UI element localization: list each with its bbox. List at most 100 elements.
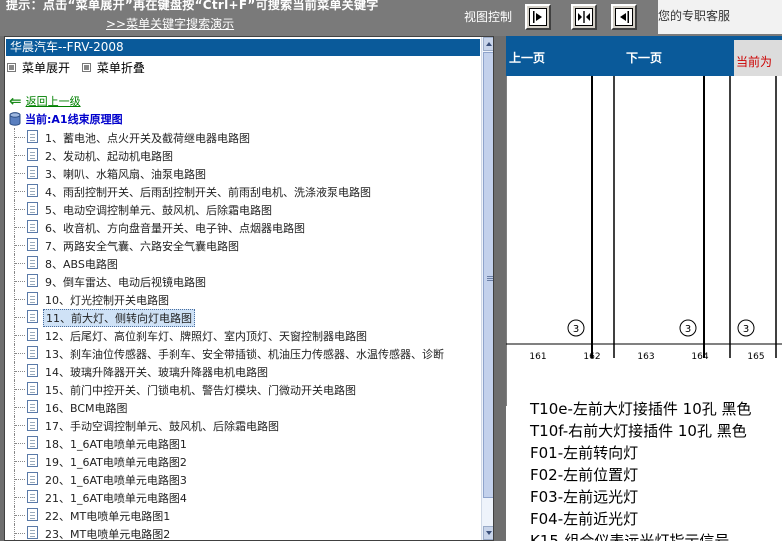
tree-guide [15,281,25,282]
wiring-diagram: 3 3 3 161 162 163 164 165 [506,76,782,406]
tree-guide [15,245,25,246]
database-icon [9,112,21,126]
pin-circle: 3 [679,319,697,337]
tree-item[interactable]: 3、喇叭、水箱风扇、油泵电路图 [5,164,481,182]
document-icon [27,454,38,467]
document-icon [27,202,38,215]
tree-guide [15,407,25,408]
expand-right-button[interactable] [525,4,551,30]
tree-scrollbar[interactable] [481,37,493,540]
document-icon [27,238,38,251]
tree-item[interactable]: 15、前门中控开关、门锁电机、警告灯模块、门微动开关电路图 [5,380,481,398]
tree-item[interactable]: 11、前大灯、侧转向灯电路图 [5,308,481,327]
menu-ops: 菜单展开 菜单折叠 [7,59,153,76]
tree-guide [15,155,25,156]
document-icon [27,364,38,377]
tree-item[interactable]: 4、雨刮控制开关、后雨刮控制开关、前雨刮电机、洗涤液泵电路图 [5,182,481,200]
tree-guide [15,317,25,318]
expand-left-icon [615,8,633,26]
scroll-up-arrow-icon[interactable] [483,37,493,51]
document-icon [27,472,38,485]
tree-item[interactable]: 14、玻璃升降器开关、玻璃升降器电机电路图 [5,362,481,380]
tree-item-label: 5、电动空调控制单元、鼓风机、后除霜电路图 [45,204,272,217]
tree-item-label: 6、收音机、方向盘音量开关、电子钟、点烟器电路图 [45,222,305,235]
tree-guide [15,227,25,228]
tree-item-label: 8、ABS电路图 [45,258,118,271]
tree-item-label: 19、1_6AT电喷单元电路图2 [45,456,187,469]
tree-item-label: 9、倒车雷达、电动后视镜电路图 [45,276,206,289]
tree-item[interactable]: 10、灯光控制开关电路图 [5,290,481,308]
view-control-label: 视图控制 [464,10,513,24]
tree-guide [15,263,25,264]
tree-item[interactable]: 1、蓄电池、点火开关及截荷继电器电路图 [5,128,481,146]
tree-guide [15,497,25,498]
tree-item[interactable]: 21、1_6AT电喷单元电路图4 [5,488,481,506]
tree-item[interactable]: 23、MT电喷单元电路图2 [5,524,481,540]
tree-item-label: 21、1_6AT电喷单元电路图4 [45,492,187,505]
document-icon [27,256,38,269]
tree-item-label: 17、手动空调控制单元、鼓风机、后除霜电路图 [45,420,279,433]
diagram-panel: 上一页 下一页 当前为 3 3 3 161 162 163 164 165 T1… [506,36,782,541]
document-icon [27,310,38,323]
tree-item[interactable]: 7、两路安全气囊、六路安全气囊电路图 [5,236,481,254]
tree-item[interactable]: 20、1_6AT电喷单元电路图3 [5,470,481,488]
document-icon [27,382,38,395]
tree-item[interactable]: 6、收音机、方向盘音量开关、电子钟、点烟器电路图 [5,218,481,236]
tree-item-label: 12、后尾灯、高位刹车灯、牌照灯、室内顶灯、天窗控制器电路图 [45,330,367,343]
tree-item[interactable]: 18、1_6AT电喷单元电路图1 [5,434,481,452]
back-up-link[interactable]: ⇐ 返回上一级 [9,93,81,109]
legend-line: T10f-右前大灯接插件 10孔 黑色 [530,422,747,440]
tree-item[interactable]: 22、MT电喷单元电路图1 [5,506,481,524]
document-icon [27,130,38,143]
legend-line: F02-左前位置灯 [530,466,639,484]
pin-circle: 3 [567,319,585,337]
tree-guide [15,353,25,354]
tree-item[interactable]: 12、后尾灯、高位刹车灯、牌照灯、室内顶灯、天窗控制器电路图 [5,326,481,344]
tree-item-label: 1、蓄电池、点火开关及截荷继电器电路图 [45,132,250,145]
pin-number: 162 [583,352,600,362]
document-icon [27,184,38,197]
legend-line: K15-组合仪表远光灯指示信号 [530,532,730,541]
tree-item-label: 4、雨刮控制开关、后雨刮控制开关、前雨刮电机、洗涤液泵电路图 [45,186,371,199]
document-icon [27,220,38,233]
document-icon [27,274,38,287]
tree-guide [15,461,25,462]
scroll-thumb[interactable] [483,52,493,498]
split-view-button[interactable] [571,4,597,30]
tree-item-label: 14、玻璃升降器开关、玻璃升降器电机电路图 [45,366,268,379]
back-up-label: 返回上一级 [25,95,81,108]
next-page-button[interactable]: 下一页 [626,49,662,66]
expand-icon [7,63,16,72]
document-icon [27,490,38,503]
collapse-menu-button[interactable]: 菜单折叠 [81,59,145,76]
expand-menu-button[interactable]: 菜单展开 [7,59,70,76]
tree-item-label: 7、两路安全气囊、六路安全气囊电路图 [45,240,239,253]
tree-item[interactable]: 8、ABS电路图 [5,254,481,272]
tree-item[interactable]: 9、倒车雷达、电动后视镜电路图 [5,272,481,290]
expand-left-button[interactable] [611,4,637,30]
tree-guide [15,209,25,210]
tree-item[interactable]: 2、发动机、起动机电路图 [5,146,481,164]
search-demo-link[interactable]: >>菜单关键字搜索演示 [106,15,234,32]
tree-item[interactable]: 17、手动空调控制单元、鼓风机、后除霜电路图 [5,416,481,434]
svg-text:3: 3 [743,324,749,335]
menu-tree-panel: 华晨汽车--FRV-2008 菜单展开 菜单折叠 ⇐ 返回上一级 当前:A1线束… [4,36,494,541]
tree-item[interactable]: 5、电动空调控制单元、鼓风机、后除霜电路图 [5,200,481,218]
tree-item[interactable]: 13、刹车油位传感器、手刹车、安全带插锁、机油压力传感器、水温传感器、诊断 [5,344,481,362]
top-toolbar: 提示：点击“菜单展开”再在键盘按“Ctrl+F”可搜索当前菜单关键字 >>菜单关… [0,0,782,36]
tree-item[interactable]: 16、BCM电路图 [5,398,481,416]
expand-right-icon [529,8,547,26]
tree-guide [15,425,25,426]
scroll-down-arrow-icon[interactable] [483,526,493,540]
tree-guide [15,515,25,516]
tree-item[interactable]: 19、1_6AT电喷单元电路图2 [5,452,481,470]
collapse-menu-label: 菜单折叠 [96,61,145,75]
legend-line: F04-左前近光灯 [530,510,639,528]
legend-line: T10e-左前大灯接插件 10孔 黑色 [530,400,752,418]
pin-number: 165 [747,352,764,362]
tree-guide [15,443,25,444]
legend-line: F03-左前远光灯 [530,488,639,506]
prev-page-button[interactable]: 上一页 [509,49,545,66]
tree-item-label: 22、MT电喷单元电路图1 [45,510,171,523]
tree-guide [15,533,25,534]
